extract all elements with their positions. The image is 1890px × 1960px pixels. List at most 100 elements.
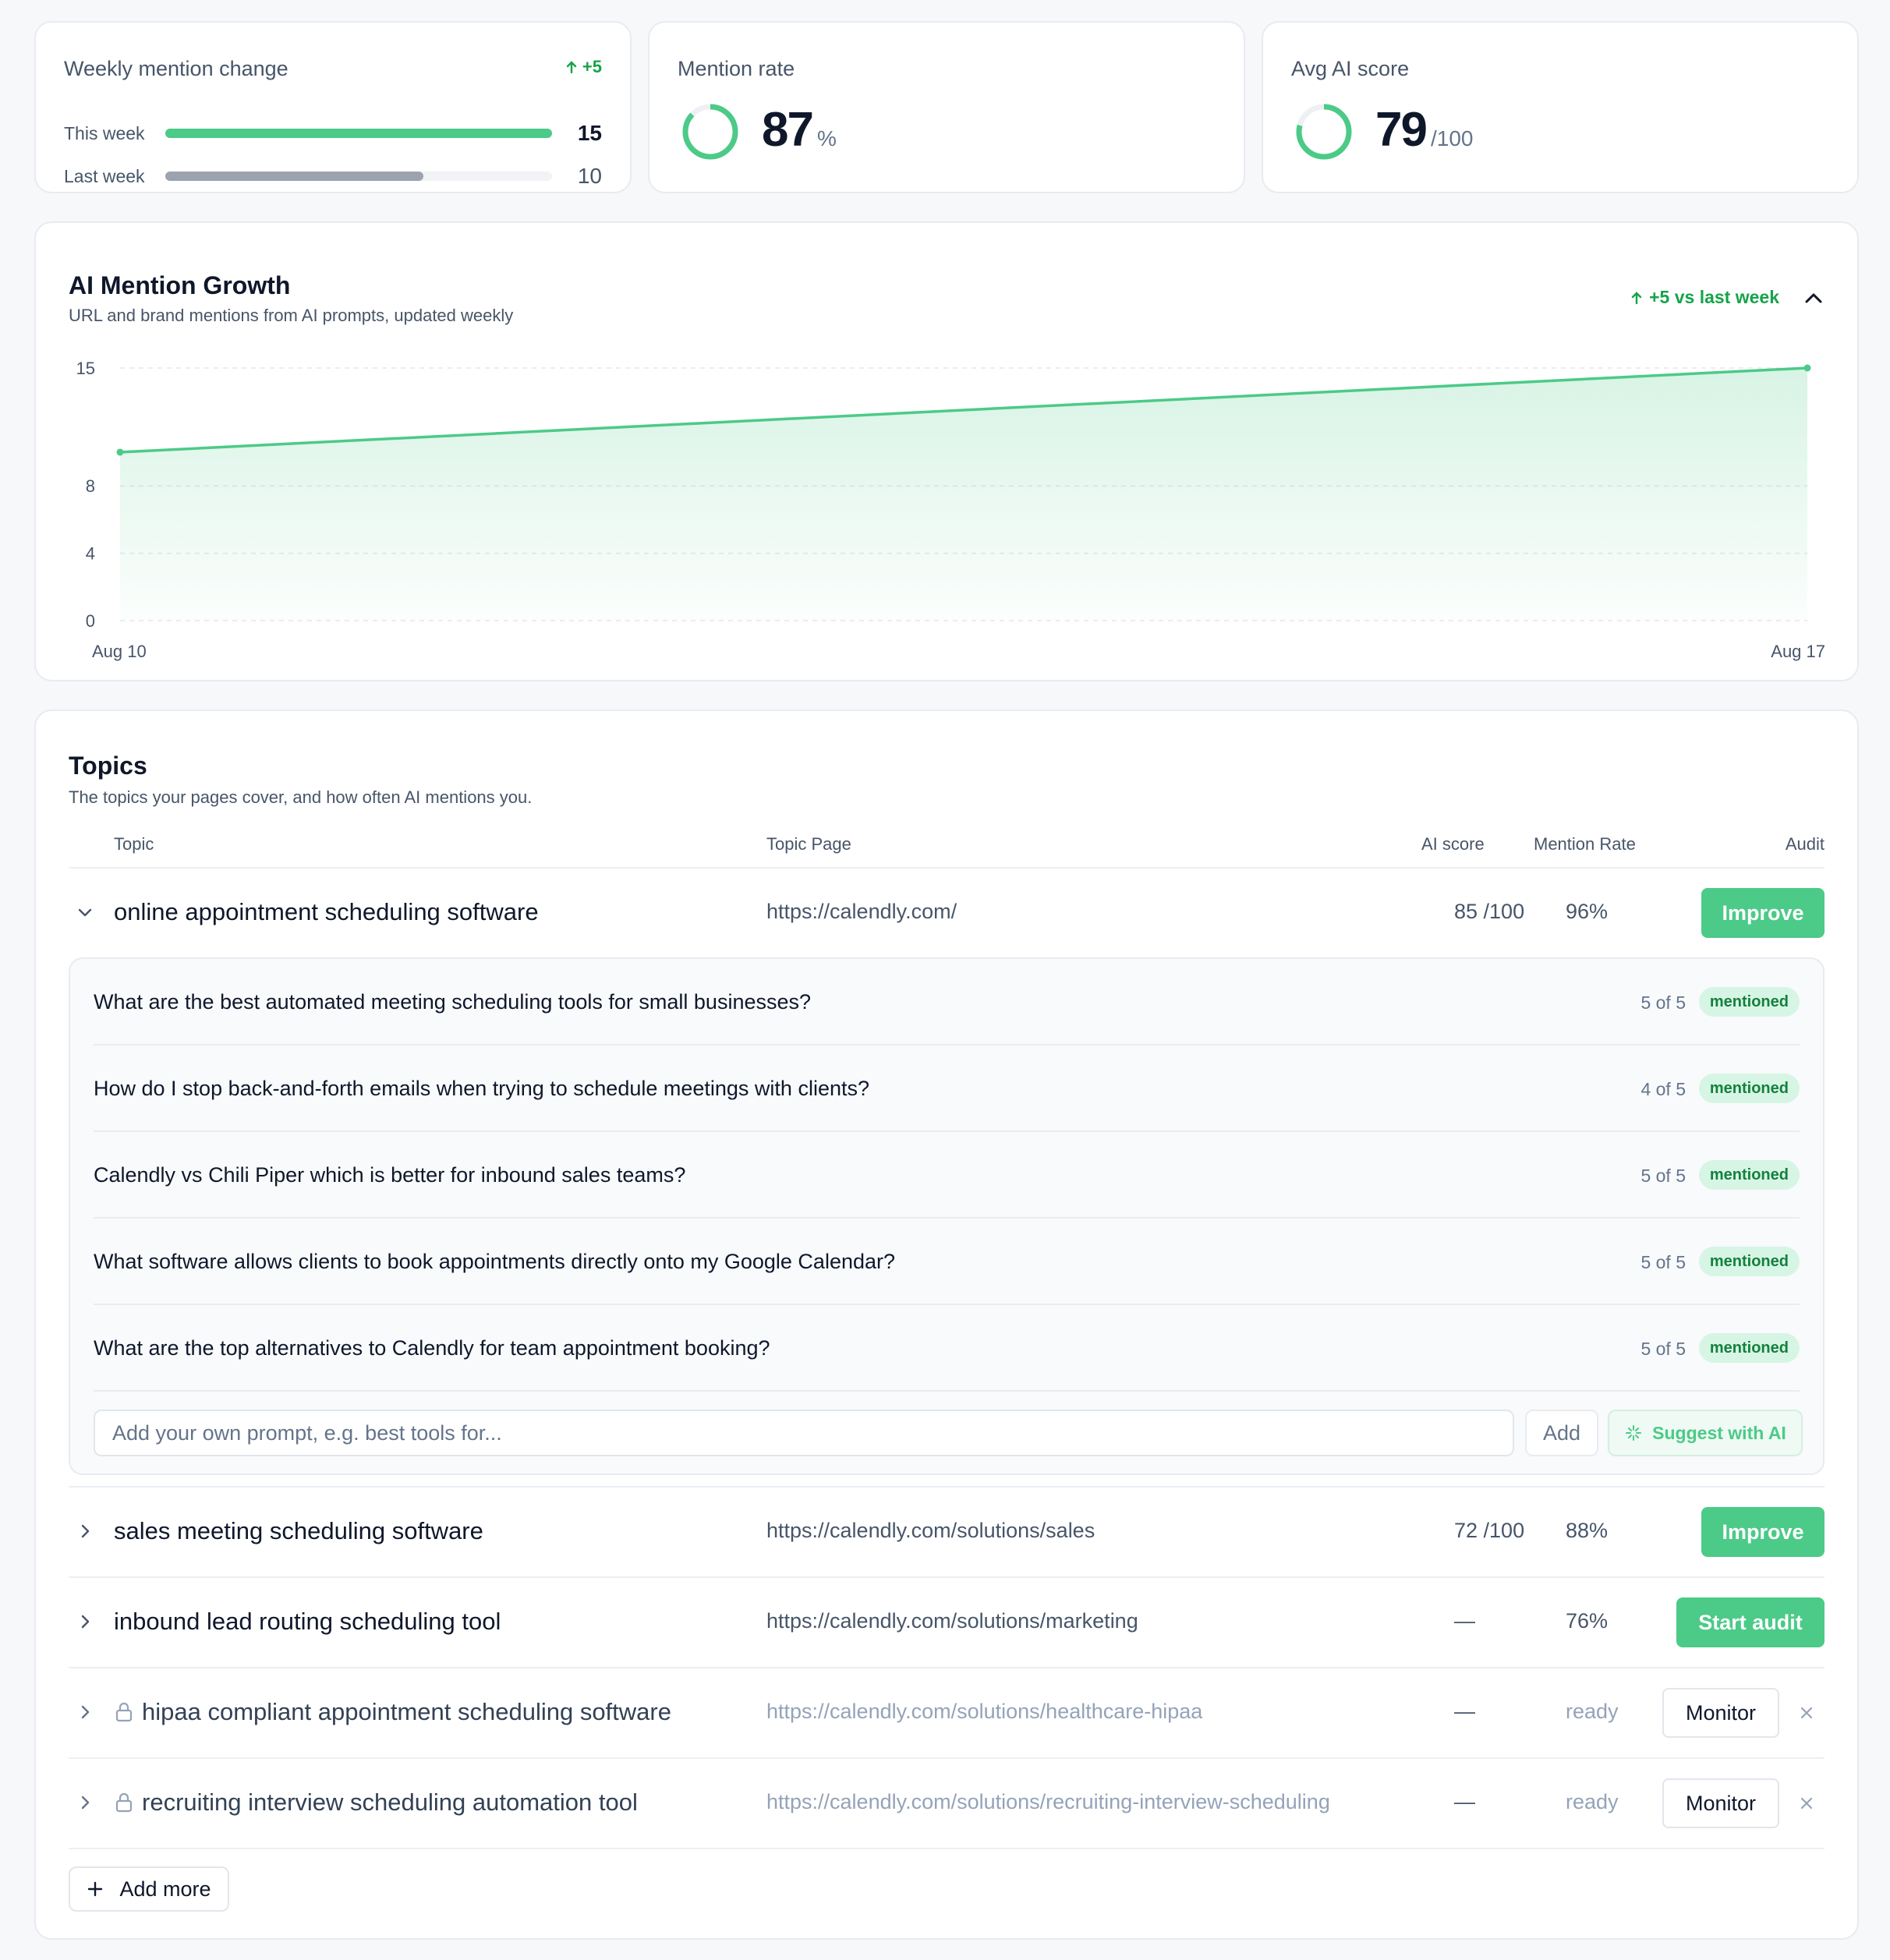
- close-icon[interactable]: [1798, 1795, 1815, 1812]
- chevron-right-icon[interactable]: [73, 1610, 97, 1633]
- close-icon[interactable]: [1798, 1704, 1815, 1721]
- topic-name: inbound lead routing scheduling tool: [114, 1608, 501, 1635]
- col-score: AI score: [1421, 834, 1485, 854]
- topic-name: online appointment scheduling software: [114, 898, 539, 925]
- avg-score-unit: /100: [1430, 126, 1474, 150]
- topics-subtitle: The topics your pages cover, and how oft…: [69, 787, 533, 807]
- data-point: [116, 448, 124, 456]
- chevron-right-icon[interactable]: [73, 1520, 97, 1543]
- y-tick-label: 8: [86, 476, 95, 496]
- suggest-ai-button[interactable]: Suggest with AI: [1608, 1410, 1803, 1456]
- weekly-mention-card: Weekly mention change +5 This week 15 La…: [34, 21, 632, 193]
- this-week-label: This week: [64, 122, 145, 143]
- chevron-right-icon[interactable]: [73, 1791, 97, 1814]
- topic-name: recruiting interview scheduling automati…: [142, 1788, 638, 1816]
- weekly-mention-title: Weekly mention change: [64, 57, 288, 80]
- prompt-text: What are the top alternatives to Calendl…: [94, 1336, 770, 1360]
- growth-card: AI Mention Growth URL and brand mentions…: [34, 221, 1859, 681]
- add-more-label: Add more: [119, 1877, 211, 1901]
- topic-row[interactable]: sales meeting scheduling software https:…: [69, 1488, 1825, 1576]
- prompt-text: What are the best automated meeting sche…: [94, 990, 812, 1014]
- topic-page-link[interactable]: https://calendly.com/solutions/healthcar…: [766, 1700, 1202, 1724]
- last-week-label: Last week: [64, 165, 145, 186]
- row-divider: [69, 1848, 1825, 1849]
- prompts-panel: What are the best automated meeting sche…: [69, 957, 1825, 1475]
- prompt-row: Calendly vs Chili Piper which is better …: [94, 1132, 1800, 1219]
- last-week-bar: [165, 172, 423, 181]
- topic-name: sales meeting scheduling software: [114, 1517, 483, 1544]
- prompt-row: What software allows clients to book app…: [94, 1219, 1800, 1305]
- topic-row[interactable]: hipaa compliant appointment scheduling s…: [69, 1668, 1825, 1757]
- chevron-right-icon[interactable]: [73, 1700, 97, 1724]
- prompt-count: 5 of 5: [1640, 1339, 1686, 1359]
- plus-icon: [88, 1881, 103, 1897]
- topic-row[interactable]: online appointment scheduling software h…: [69, 869, 1825, 957]
- avg-score-value: 79: [1375, 103, 1428, 157]
- last-week-row: Last week 10: [64, 161, 602, 192]
- topic-score: 72 /100: [1454, 1519, 1525, 1542]
- topic-score: —: [1454, 1609, 1475, 1633]
- prompt-count: 5 of 5: [1640, 1166, 1686, 1186]
- avg-score-ring: [1296, 104, 1352, 160]
- add-prompt-button[interactable]: Add: [1525, 1410, 1598, 1456]
- topic-score: 85 /100: [1454, 900, 1525, 923]
- mentioned-badge: mentioned: [1698, 1247, 1800, 1276]
- lock-icon: [115, 1792, 133, 1813]
- improve-button[interactable]: Improve: [1701, 1507, 1825, 1557]
- topic-score: —: [1454, 1790, 1475, 1813]
- topic-row[interactable]: inbound lead routing scheduling tool htt…: [69, 1578, 1825, 1667]
- monitor-button[interactable]: Monitor: [1662, 1688, 1779, 1738]
- mentioned-badge: mentioned: [1698, 1160, 1800, 1190]
- mention-rate-unit: %: [816, 126, 837, 150]
- y-tick-label: 15: [76, 359, 95, 378]
- mention-rate-value-wrap: 87%: [762, 102, 837, 157]
- suggest-ai-label: Suggest with AI: [1652, 1422, 1786, 1443]
- x-tick-label: Aug 10: [92, 642, 147, 661]
- last-week-track: [165, 172, 552, 181]
- last-week-value: 10: [577, 164, 602, 188]
- prompt-text: How do I stop back-and-forth emails when…: [94, 1077, 869, 1100]
- topic-page-link[interactable]: https://calendly.com/solutions/recruitin…: [766, 1790, 1330, 1814]
- topic-score: —: [1454, 1700, 1475, 1723]
- topic-page-link[interactable]: https://calendly.com/solutions/marketing: [766, 1609, 1138, 1633]
- topic-rate: ready: [1566, 1700, 1619, 1723]
- y-tick-label: 4: [86, 544, 95, 564]
- avg-score-value-wrap: 79/100: [1375, 102, 1473, 157]
- y-tick-label: 0: [86, 611, 95, 631]
- topic-name: hipaa compliant appointment scheduling s…: [142, 1698, 671, 1725]
- monitor-button[interactable]: Monitor: [1662, 1778, 1779, 1828]
- mention-rate-title: Mention rate: [678, 57, 795, 80]
- improve-button[interactable]: Improve: [1701, 888, 1825, 938]
- topic-rate: 88%: [1566, 1519, 1609, 1542]
- chevron-down-icon[interactable]: [73, 900, 97, 924]
- mentioned-badge: mentioned: [1698, 1074, 1800, 1103]
- sparkle-icon: [1626, 1425, 1642, 1441]
- prompt-row: What are the top alternatives to Calendl…: [94, 1305, 1800, 1392]
- area-fill: [120, 368, 1807, 621]
- prompt-text: What software allows clients to book app…: [94, 1250, 896, 1273]
- prompt-count: 5 of 5: [1640, 1252, 1686, 1272]
- avg-score-card: Avg AI score 79/100: [1262, 21, 1859, 193]
- this-week-track: [165, 129, 552, 138]
- prompt-input[interactable]: Add your own prompt, e.g. best tools for…: [94, 1410, 1514, 1456]
- topic-row[interactable]: recruiting interview scheduling automati…: [69, 1759, 1825, 1848]
- mention-rate-value: 87: [762, 103, 814, 157]
- add-more-button[interactable]: Add more: [69, 1866, 229, 1912]
- mention-rate-card: Mention rate 87%: [648, 21, 1245, 193]
- weekly-delta-value: +5: [582, 57, 602, 76]
- start-audit-button[interactable]: Start audit: [1676, 1597, 1825, 1647]
- col-rate: Mention Rate: [1534, 834, 1636, 854]
- prompt-count: 4 of 5: [1640, 1079, 1686, 1099]
- arrow-up-icon: [566, 61, 577, 74]
- topic-rate: ready: [1566, 1790, 1619, 1813]
- mentioned-badge: mentioned: [1698, 987, 1800, 1017]
- mentioned-badge: mentioned: [1698, 1333, 1800, 1363]
- topic-page-link[interactable]: https://calendly.com/solutions/sales: [766, 1519, 1095, 1543]
- this-week-bar: [165, 129, 552, 138]
- weekly-delta: +5: [565, 57, 602, 77]
- this-week-row: This week 15: [64, 118, 602, 149]
- topic-page-link[interactable]: https://calendly.com/: [766, 900, 957, 924]
- topic-rate: 76%: [1566, 1609, 1609, 1633]
- prompt-count: 5 of 5: [1640, 992, 1686, 1013]
- this-week-value: 15: [577, 121, 602, 145]
